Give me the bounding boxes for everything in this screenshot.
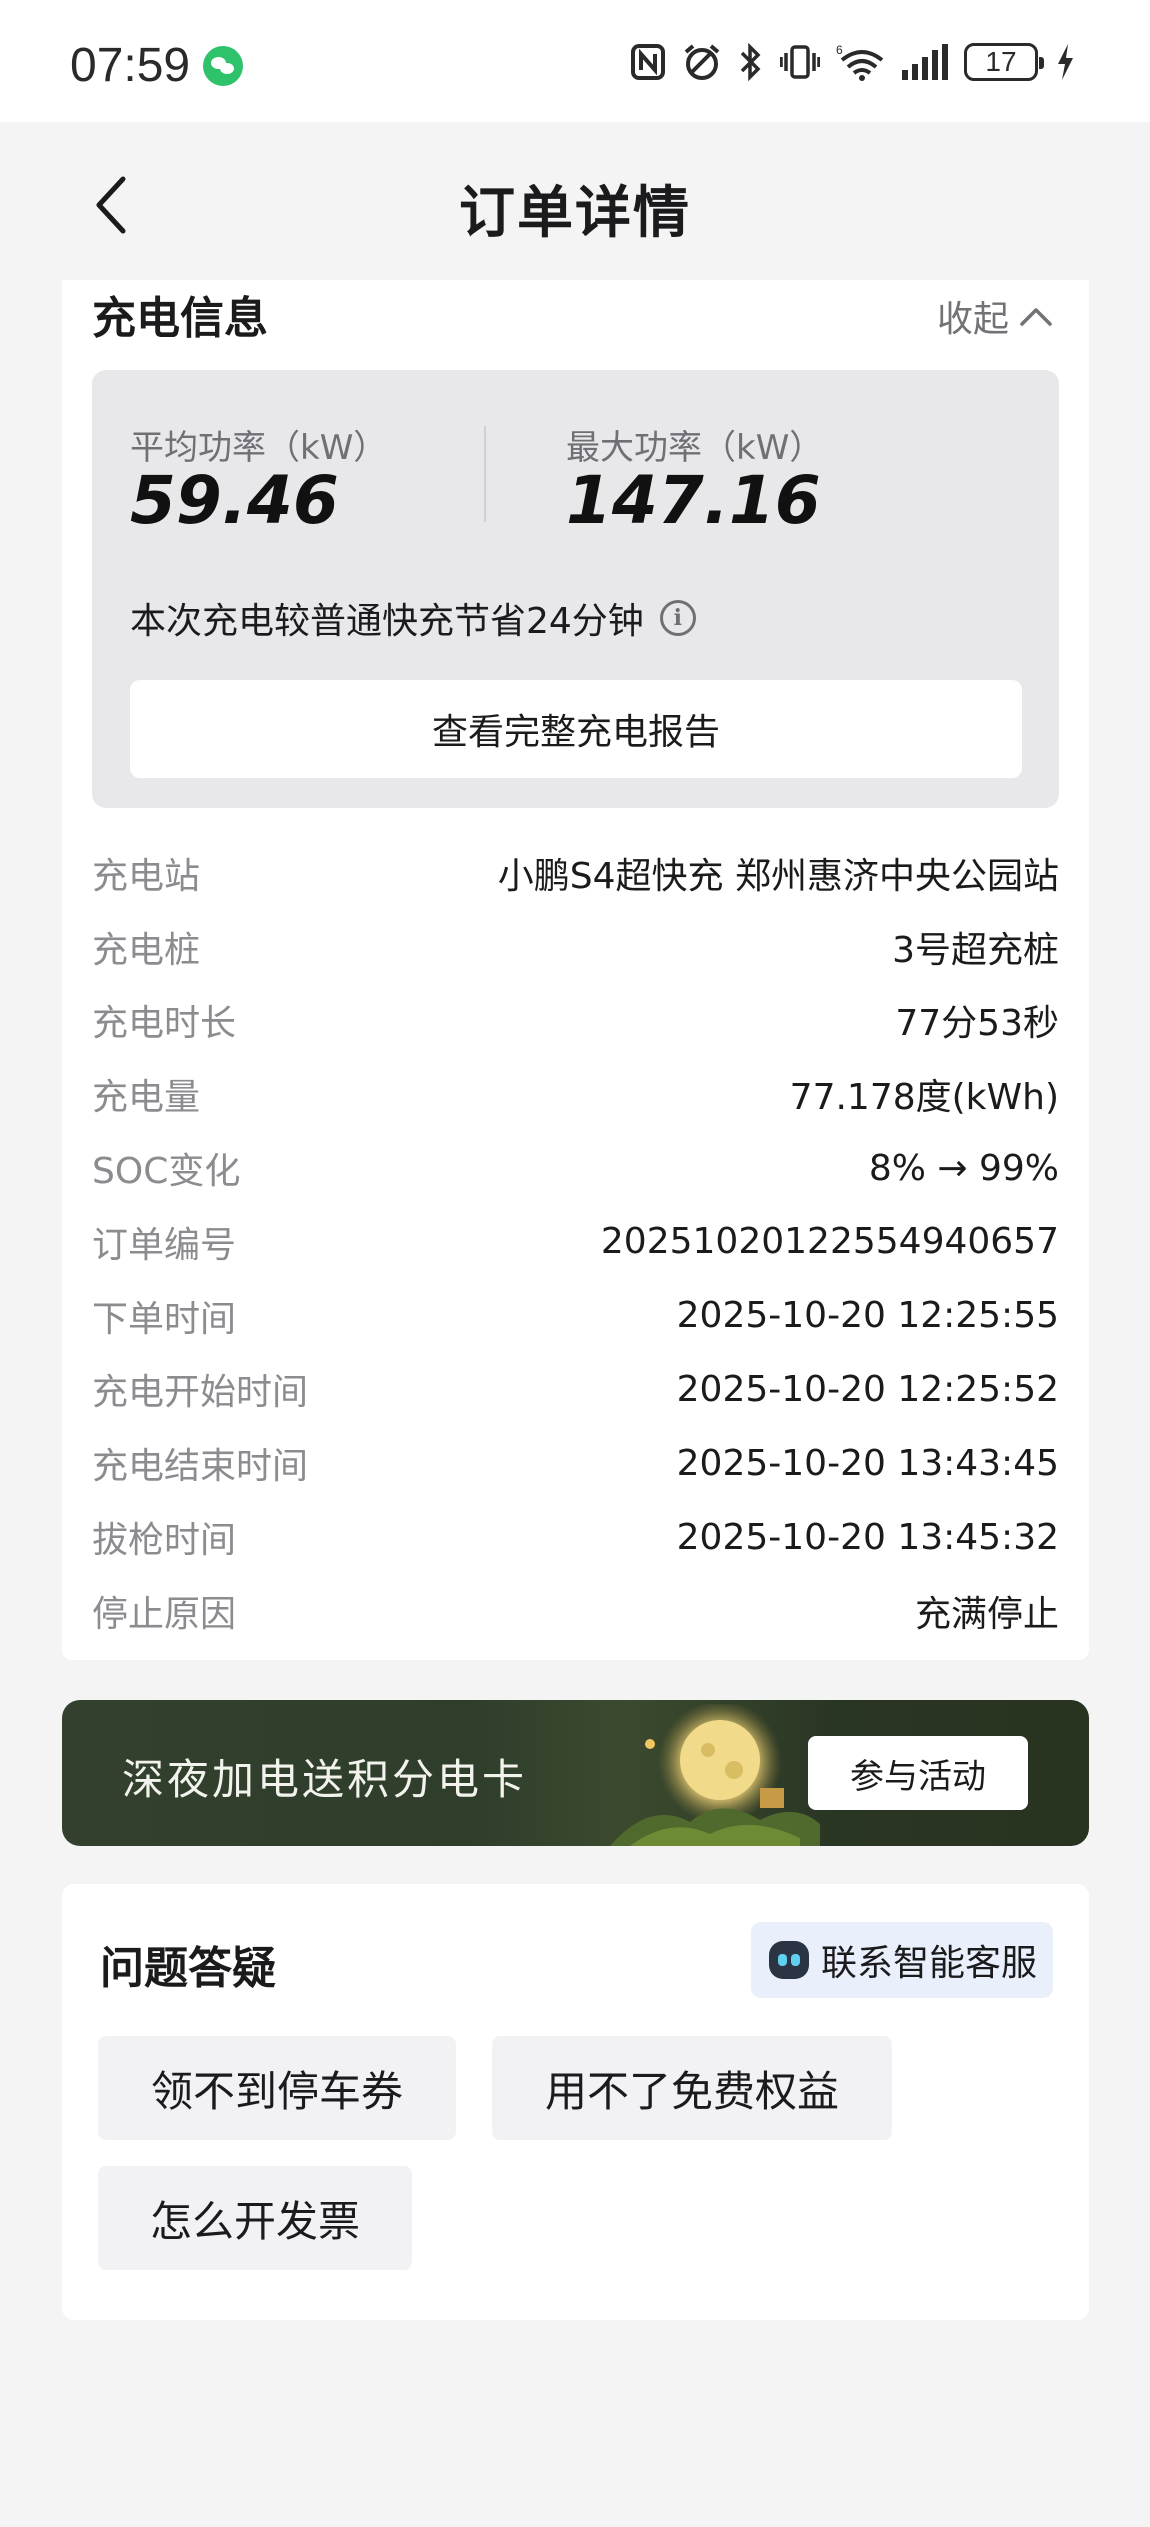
wechat-icon [203, 46, 243, 86]
qa-title: 问题答疑 [100, 1943, 276, 1994]
detail-row-duration: 充电时长 77分53秒 [92, 984, 1059, 1058]
detail-value: 小鹏S4超快充 郑州惠济中央公园站 [497, 855, 1059, 897]
nfc-icon [631, 44, 665, 80]
detail-value: 2025-10-20 13:43:45 [676, 1442, 1059, 1484]
charge-info-card: 充电信息 收起 平均功率（kW） 59.46 最大功率（kW） 147.16 本… [62, 280, 1089, 1660]
detail-label: 充电站 [92, 855, 201, 897]
vibrate-icon [780, 45, 820, 79]
detail-value: 2025-10-20 13:45:32 [676, 1516, 1059, 1558]
collapse-button[interactable]: 收起 [937, 290, 1053, 342]
battery-level: 17 [985, 46, 1017, 77]
charge-detail-list: 充电站 小鹏S4超快充 郑州惠济中央公园站 充电桩 3号超充桩 充电时长 77分… [92, 836, 1059, 1648]
detail-value: 3号超充桩 [892, 929, 1059, 971]
detail-row-start-time: 充电开始时间 2025-10-20 12:25:52 [92, 1353, 1059, 1427]
power-summary: 平均功率（kW） 59.46 最大功率（kW） 147.16 本次充电较普通快充… [92, 370, 1059, 808]
join-activity-button[interactable]: 参与活动 [808, 1736, 1028, 1810]
contact-service-label: 联系智能客服 [820, 1943, 1037, 1984]
alarm-icon [684, 44, 720, 80]
promo-banner[interactable]: 深夜加电送积分电卡 参与活动 [62, 1700, 1089, 1846]
detail-label: 订单编号 [92, 1224, 237, 1266]
qa-card: 问题答疑 联系智能客服 领不到停车券 用不了免费权益 怎么开发票 [62, 1884, 1089, 2320]
status-bar: 07:59 6 17 [0, 0, 1150, 122]
detail-label: 拔枪时间 [92, 1520, 237, 1562]
contact-service-button[interactable]: 联系智能客服 [750, 1922, 1053, 1998]
collapse-label: 收起 [936, 299, 1009, 340]
robot-icon [768, 1941, 809, 1979]
detail-value: 20251020122554940657 [600, 1221, 1059, 1263]
page-header: 订单详情 [0, 122, 1150, 282]
detail-value: 8% → 99% [868, 1147, 1059, 1189]
detail-row-end-time: 充电结束时间 2025-10-20 13:43:45 [92, 1426, 1059, 1500]
detail-label: SOC变化 [92, 1151, 241, 1193]
detail-value: 77.178度(kWh) [789, 1077, 1059, 1119]
signal-icon [902, 44, 948, 80]
charging-icon [1058, 44, 1073, 80]
power-divider [484, 426, 486, 522]
avg-power-value: 59.46 [130, 462, 339, 539]
chevron-up-icon [1020, 308, 1052, 326]
detail-label: 充电桩 [92, 929, 201, 971]
detail-row-pile: 充电桩 3号超充桩 [92, 910, 1059, 984]
detail-label: 下单时间 [92, 1298, 237, 1340]
detail-row-order-number: 订单编号 20251020122554940657 [92, 1205, 1059, 1279]
detail-label: 充电开始时间 [92, 1372, 309, 1414]
max-power-value: 147.16 [566, 462, 821, 539]
qa-chip-parking[interactable]: 领不到停车券 [98, 2036, 456, 2140]
bluetooth-icon [740, 42, 761, 82]
status-icons: 6 17 [630, 40, 1076, 84]
qa-chip-benefits[interactable]: 用不了免费权益 [492, 2036, 892, 2140]
battery-icon: 17 [964, 43, 1044, 81]
detail-value: 2025-10-20 12:25:55 [676, 1295, 1059, 1337]
detail-label: 充电时长 [92, 1003, 237, 1045]
svg-text:6: 6 [836, 43, 843, 57]
detail-value: 77分53秒 [895, 1003, 1059, 1045]
detail-row-energy: 充电量 77.178度(kWh) [92, 1057, 1059, 1131]
charge-info-title: 充电信息 [92, 293, 268, 344]
time-saving-text: 本次充电较普通快充节省24分钟 [130, 601, 644, 642]
detail-value: 充满停止 [914, 1593, 1059, 1635]
detail-row-stop-reason: 停止原因 充满停止 [92, 1574, 1059, 1648]
qa-chip-invoice[interactable]: 怎么开发票 [98, 2166, 412, 2270]
moon-illustration [610, 1704, 820, 1846]
detail-label: 停止原因 [92, 1593, 237, 1635]
detail-row-order-time: 下单时间 2025-10-20 12:25:55 [92, 1279, 1059, 1353]
detail-value: 2025-10-20 12:25:52 [676, 1368, 1059, 1410]
detail-row-unplug-time: 拔枪时间 2025-10-20 13:45:32 [92, 1500, 1059, 1574]
view-report-button[interactable]: 查看完整充电报告 [130, 680, 1022, 778]
detail-label: 充电结束时间 [92, 1446, 309, 1488]
time-saving-note: 本次充电较普通快充节省24分钟 i [130, 592, 696, 644]
status-time: 07:59 [70, 39, 191, 92]
detail-label: 充电量 [92, 1077, 201, 1119]
detail-row-station: 充电站 小鹏S4超快充 郑州惠济中央公园站 [92, 836, 1059, 910]
info-icon[interactable]: i [659, 600, 696, 636]
page-title: 订单详情 [459, 181, 691, 246]
detail-row-soc: SOC变化 8% → 99% [92, 1131, 1059, 1205]
wifi-icon: 6 [836, 43, 884, 81]
banner-text: 深夜加电送积分电卡 [122, 1755, 528, 1804]
